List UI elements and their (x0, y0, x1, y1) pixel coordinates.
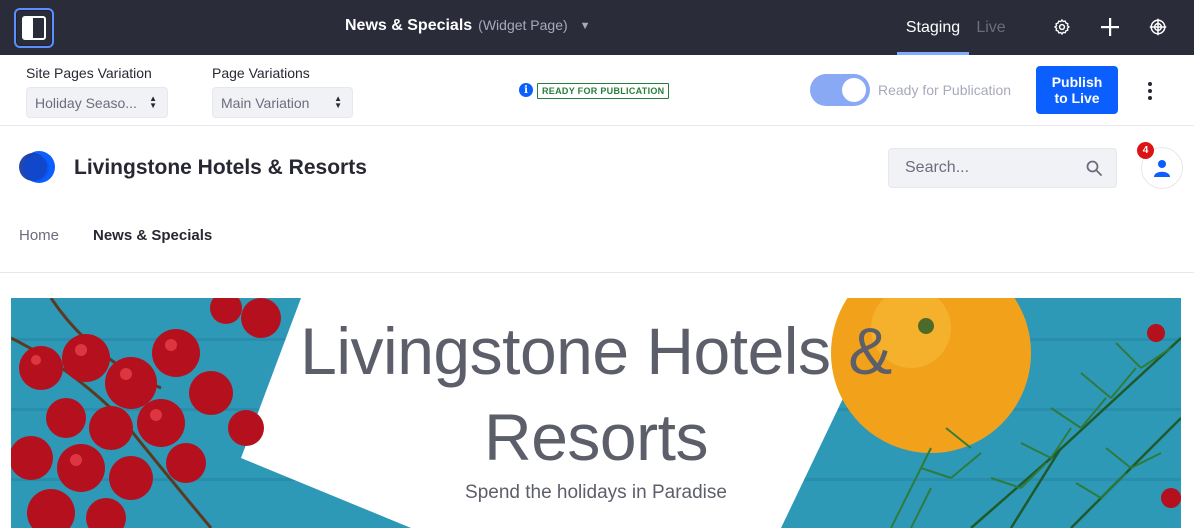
toggle-knob (842, 78, 866, 102)
hero-subtitle: Spend the holidays in Paradise (465, 482, 727, 503)
page-title: News & Specials (345, 17, 473, 34)
gear-icon[interactable] (1051, 16, 1073, 38)
page-type-label: (Widget Page) (478, 17, 568, 33)
caret-down-icon: ▼ (579, 20, 591, 32)
tab-live[interactable]: Live (973, 0, 1009, 55)
more-options-icon[interactable] (1144, 80, 1156, 102)
search-input[interactable] (889, 149, 1079, 187)
nav-item-news-specials[interactable]: News & Specials (93, 227, 212, 244)
notification-count-badge[interactable]: 4 (1137, 142, 1154, 159)
search-icon[interactable] (1086, 160, 1102, 176)
page-variations-select[interactable]: Main Variation ▲ ▼ (212, 87, 353, 118)
ready-for-publication-label: Ready for Publication (878, 82, 1012, 98)
site-pages-variation-label: Site Pages Variation (26, 65, 152, 81)
tab-staging[interactable]: Staging (897, 0, 969, 55)
control-menu: News & Specials (Widget Page) ▼ Staging … (0, 0, 1194, 55)
page-variations-label: Page Variations (212, 65, 310, 81)
site-name[interactable]: Livingstone Hotels & Resorts (74, 156, 367, 180)
status-badge: READY FOR PUBLICATION (537, 83, 670, 99)
plus-icon[interactable] (1099, 16, 1121, 38)
ready-for-publication-toggle[interactable] (810, 74, 870, 106)
page-variations-value: Main Variation (221, 94, 310, 111)
divider (0, 272, 1194, 273)
search-bar (888, 148, 1117, 188)
select-arrows-icon: ▲ ▼ (334, 94, 342, 110)
select-arrows-icon: ▲ ▼ (149, 94, 157, 110)
simulation-icon[interactable] (1147, 16, 1169, 38)
product-menu-icon (22, 16, 46, 40)
site-pages-variation-select[interactable]: Holiday Seaso... ▲ ▼ (26, 87, 168, 118)
user-icon (1154, 160, 1170, 177)
nav-item-home[interactable]: Home (19, 227, 59, 244)
product-menu-toggle-button[interactable] (14, 8, 54, 48)
publish-to-live-button[interactable]: Publish to Live (1036, 66, 1118, 114)
site-logo[interactable] (18, 150, 58, 186)
hero-banner: Livingstone Hotels & Resorts Spend the h… (11, 298, 1181, 528)
hero-title: Livingstone Hotels & Resorts (300, 314, 892, 474)
site-navigation: Home News & Specials (0, 215, 1194, 255)
page-title-dropdown[interactable]: News & Specials (Widget Page) ▼ (345, 17, 591, 35)
site-pages-variation-value: Holiday Seaso... (35, 94, 137, 111)
info-icon[interactable]: i (519, 83, 533, 97)
